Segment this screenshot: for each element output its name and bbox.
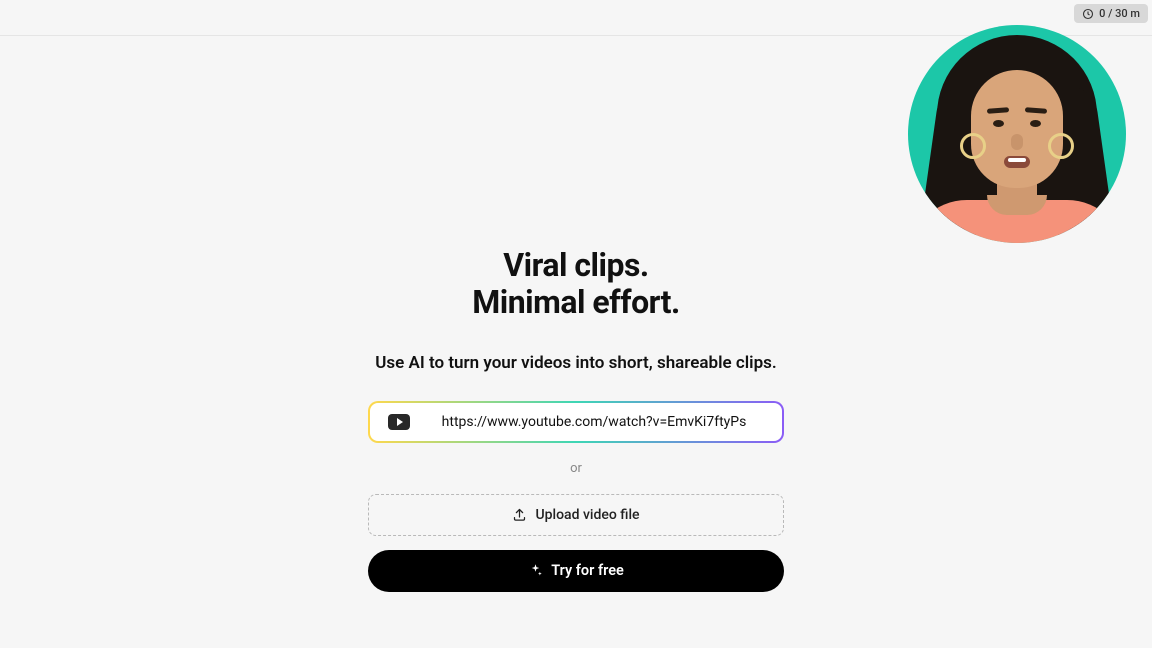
clock-icon — [1082, 8, 1094, 20]
try-for-free-button[interactable]: Try for free — [368, 550, 784, 592]
youtube-icon — [388, 414, 410, 430]
main-content: Viral clips. Minimal effort. Use AI to t… — [326, 247, 826, 592]
video-url-input[interactable] — [424, 414, 764, 430]
page-title: Viral clips. Minimal effort. — [472, 247, 680, 321]
avatar-person — [908, 25, 1126, 243]
upload-icon — [512, 507, 527, 522]
usage-badge: 0 / 30 m — [1074, 4, 1148, 23]
headline-line-1: Viral clips. — [503, 246, 648, 284]
url-input-wrap — [368, 401, 784, 443]
url-input-inner — [370, 403, 782, 441]
sparkle-icon — [528, 563, 543, 578]
avatar — [908, 25, 1126, 243]
cta-button-label: Try for free — [551, 562, 624, 579]
or-divider: or — [570, 461, 582, 476]
headline-line-2: Minimal effort. — [472, 283, 680, 321]
upload-button-label: Upload video file — [535, 507, 639, 523]
usage-text: 0 / 30 m — [1099, 7, 1140, 20]
upload-video-button[interactable]: Upload video file — [368, 494, 784, 536]
subhead: Use AI to turn your videos into short, s… — [375, 353, 776, 373]
